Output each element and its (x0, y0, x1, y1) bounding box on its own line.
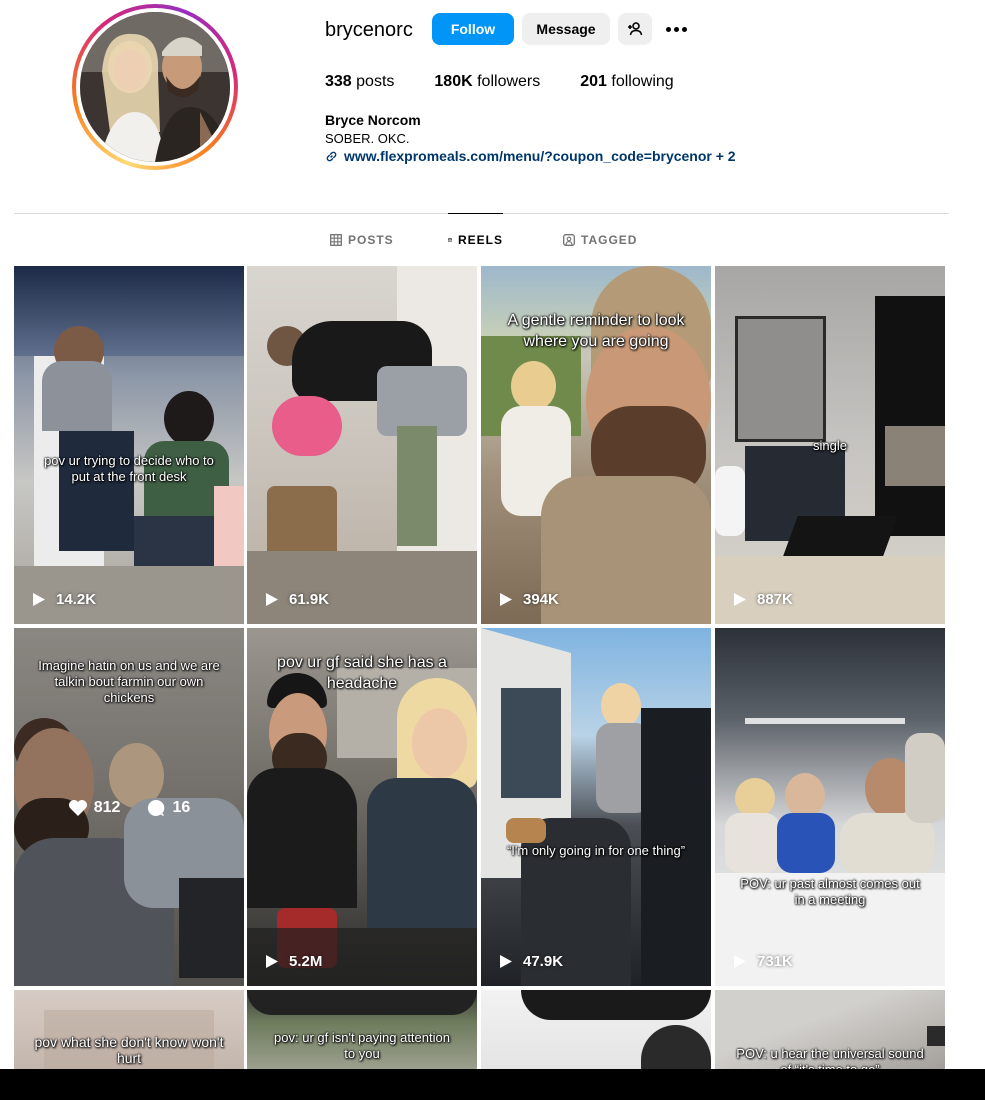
tab-tagged[interactable]: TAGGED (563, 214, 637, 266)
reel-views: 14.2K (32, 591, 96, 608)
reel-caption: pov: ur gf isn't paying attention to you (274, 1030, 450, 1061)
avatar[interactable] (80, 12, 230, 162)
link-icon (326, 151, 337, 161)
profile-website-link[interactable]: www.flexpromeals.com/menu/?coupon_code=b… (344, 148, 736, 164)
reel-caption: “I'm only going in for one thing” (506, 843, 686, 858)
comment-icon (148, 799, 165, 816)
reel-caption: single (813, 438, 847, 453)
grid-icon (330, 234, 342, 246)
reel-views: 887K (733, 591, 793, 608)
reel-tile[interactable]: pov ur trying to decide who to put at th… (14, 266, 244, 624)
reel-view-count: 47.9K (523, 953, 564, 970)
reel-hover-stats: 812 16 (14, 798, 244, 818)
reel-tile[interactable]: pov what she don't know won't hurt (14, 990, 244, 1069)
followers-stat[interactable]: 180K followers (434, 73, 540, 91)
reel-view-count: 887K (757, 591, 793, 608)
more-options-button[interactable] (662, 18, 690, 40)
reel-caption: pov ur gf said she has a headache (277, 654, 447, 692)
play-icon (734, 955, 746, 968)
profile-bio: SOBER. OKC. (325, 131, 410, 146)
message-button[interactable]: Message (522, 13, 610, 45)
reel-views: 47.9K (499, 953, 563, 970)
play-icon (500, 593, 512, 606)
following-stat[interactable]: 201 following (580, 73, 673, 91)
profile-stats: 338 posts 180K followers 201 following (325, 73, 714, 91)
reel-view-count: 14.2K (56, 591, 97, 608)
reel-tile[interactable]: single 887K (715, 266, 945, 624)
reel-views: 61.9K (265, 591, 329, 608)
reel-tile[interactable]: 61.9K (247, 266, 477, 624)
reel-views: 394K (499, 591, 559, 608)
reel-caption: A gentle reminder to look where you are … (507, 312, 685, 350)
posts-count: 338 (325, 73, 352, 90)
more-dot (681, 26, 687, 32)
more-dot (673, 26, 679, 32)
play-icon (734, 593, 746, 606)
reels-icon (448, 238, 452, 242)
play-icon (266, 955, 278, 968)
posts-label: posts (356, 73, 395, 90)
posts-stat: 338 posts (325, 73, 394, 91)
play-icon (266, 593, 278, 606)
more-dot (665, 26, 671, 32)
tab-label: REELS (457, 233, 503, 247)
reel-tile[interactable]: Imagine hatin on us and we are talkin bo… (14, 628, 244, 986)
avatar-image (80, 12, 230, 162)
profile-username: brycenorc (325, 19, 413, 41)
reel-view-count: 61.9K (289, 591, 330, 608)
play-icon (33, 593, 45, 606)
tagged-icon (563, 234, 575, 246)
reel-tile[interactable]: pov ur gf said she has a headache 5.2M (247, 628, 477, 986)
reel-view-count: 731K (757, 953, 793, 970)
tab-label: POSTS (348, 233, 394, 247)
reel-view-count: 394K (523, 591, 559, 608)
likes-count: 812 (93, 799, 121, 816)
reel-views: 5.2M (265, 953, 322, 970)
following-count: 201 (580, 73, 607, 90)
reel-tile[interactable]: pov: ur gf isn't paying attention to you (247, 990, 477, 1069)
followers-count: 180K (434, 73, 473, 90)
tab-reels[interactable]: REELS (448, 213, 503, 266)
play-icon (500, 955, 512, 968)
profile-full-name: Bryce Norcom (325, 112, 421, 128)
reel-tile[interactable]: “I'm only going in for one thing” 47.9K (481, 628, 711, 986)
tab-label: TAGGED (581, 233, 638, 247)
comments-stat: 16 (146, 798, 190, 818)
reel-caption: POV: u hear the universal sound of “it's… (736, 1046, 924, 1069)
reel-caption: POV: ur past almost comes out in a meeti… (740, 876, 920, 907)
avatar-border (76, 8, 234, 166)
reel-tile[interactable]: A gentle reminder to look where you are … (481, 266, 711, 624)
reel-caption: Imagine hatin on us and we are talkin bo… (38, 658, 220, 705)
profile-avatar-ring[interactable] (72, 4, 238, 170)
follow-button[interactable]: Follow (432, 13, 514, 45)
reel-views: 731K (733, 953, 793, 970)
bottom-black-bar (0, 1069, 985, 1100)
add-person-icon (628, 22, 643, 36)
reel-caption: pov what she don't know won't hurt (34, 1034, 224, 1066)
reel-tile[interactable]: POV: u hear the universal sound of “it's… (715, 990, 945, 1069)
reel-view-count: 5.2M (289, 953, 323, 970)
suggested-users-button[interactable] (618, 13, 652, 45)
following-label: following (611, 73, 674, 90)
heart-icon (68, 800, 87, 816)
comments-count: 16 (172, 799, 191, 816)
reel-caption: pov ur trying to decide who to put at th… (44, 453, 214, 484)
profile-link-row: www.flexpromeals.com/menu/?coupon_code=b… (325, 148, 736, 164)
likes-stat: 812 (68, 798, 121, 818)
reel-tile[interactable] (481, 990, 711, 1069)
reel-tile[interactable]: POV: ur past almost comes out in a meeti… (715, 628, 945, 986)
followers-label: followers (477, 73, 541, 90)
tab-posts[interactable]: POSTS (330, 214, 394, 266)
